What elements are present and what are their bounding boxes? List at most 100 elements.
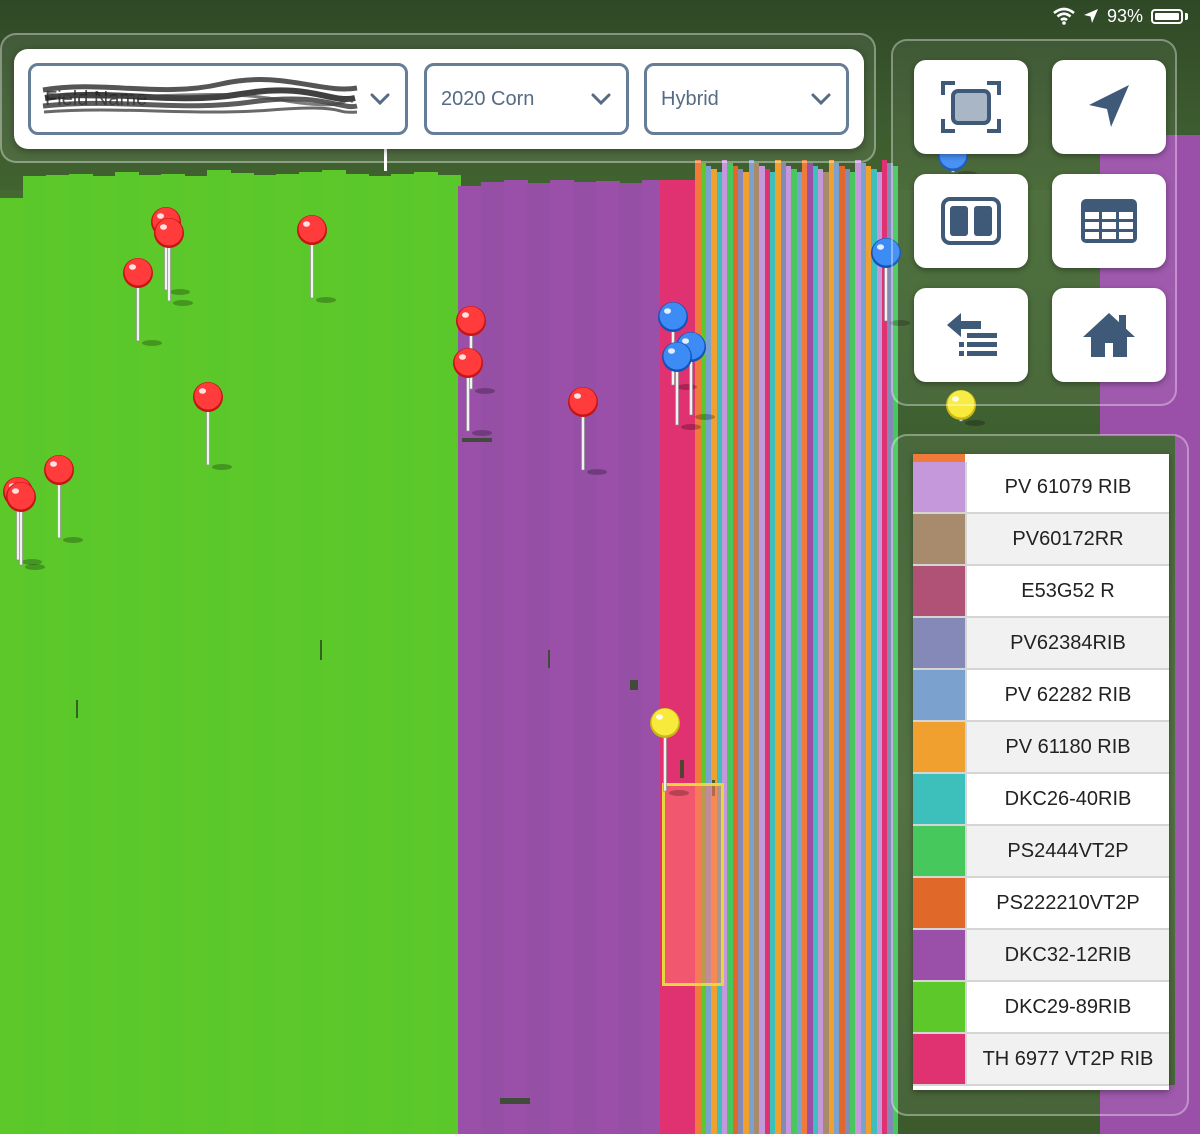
- planting-strip: [727, 163, 733, 1134]
- legend-swatch: [913, 774, 965, 824]
- pin-icon: [650, 708, 689, 796]
- legend-item[interactable]: E53G52 R: [913, 566, 1169, 618]
- legend-swatch: [913, 618, 965, 668]
- field-select[interactable]: Field Name: [28, 63, 408, 135]
- legend-label: DKC32-12RIB: [965, 930, 1169, 980]
- field-mark: [320, 640, 322, 660]
- planting-strip: [813, 166, 818, 1134]
- split-view-button[interactable]: [914, 174, 1028, 268]
- pin-icon: [193, 382, 232, 470]
- pin-icon: [6, 482, 45, 570]
- map-pin-red[interactable]: [3, 481, 45, 581]
- legend-label: PS2444VT2P: [965, 826, 1169, 876]
- table-icon: [1081, 199, 1137, 243]
- planting-strip: [184, 176, 208, 1134]
- planting-strip: [807, 163, 813, 1134]
- legend-label: PV 62282 RIB: [965, 670, 1169, 720]
- planting-strip: [711, 169, 717, 1134]
- planting-strip: [92, 176, 116, 1134]
- legend-label: PV60172RR: [965, 514, 1169, 564]
- home-button[interactable]: [1052, 288, 1166, 382]
- field-mark: [630, 680, 638, 690]
- legend-swatch: [913, 878, 965, 928]
- legend-label: DKC29-89RIB: [965, 982, 1169, 1032]
- planting-strip: [738, 169, 743, 1134]
- planting-strip: [834, 163, 839, 1134]
- pin-icon: [297, 215, 336, 303]
- field-mark: [548, 650, 550, 668]
- planting-strip: [23, 176, 47, 1134]
- fit-extent-icon: [941, 81, 1001, 133]
- locate-me-button[interactable]: [1052, 60, 1166, 154]
- hybrid-legend: PV 61079 RIB PV60172RR E53G52 R PV62384RIB P…: [913, 454, 1169, 1090]
- map-pin-red[interactable]: [120, 257, 162, 357]
- planting-strip: [850, 172, 855, 1134]
- planting-strip: [797, 172, 802, 1134]
- zoom-to-extent-button[interactable]: [914, 60, 1028, 154]
- planting-strip: [368, 176, 392, 1134]
- planting-strip: [717, 172, 722, 1134]
- legend-item[interactable]: TH 6977 VT2P RIB: [913, 1034, 1169, 1086]
- layer-select-value: Hybrid: [661, 87, 719, 110]
- map-pin-red[interactable]: [450, 347, 492, 447]
- planting-strip: [733, 166, 738, 1134]
- planting-strip: [706, 166, 711, 1134]
- legend-swatch: [913, 462, 965, 512]
- planting-strip: [504, 180, 528, 1134]
- pin-icon: [123, 258, 162, 346]
- legend-item[interactable]: PV 61079 RIB: [913, 462, 1169, 514]
- map-pin-red[interactable]: [190, 381, 232, 481]
- map-pin-red[interactable]: [565, 386, 607, 486]
- planting-strip: [345, 174, 369, 1134]
- legend-label: DKC26-40RIB: [965, 774, 1169, 824]
- battery-tip: [1185, 12, 1188, 20]
- season-select[interactable]: 2020 Corn: [424, 63, 629, 135]
- legend-item[interactable]: PS222210VT2P: [913, 878, 1169, 930]
- planting-strip: [391, 174, 415, 1134]
- layer-swap-button[interactable]: [914, 288, 1028, 382]
- map-pin-red[interactable]: [41, 454, 83, 554]
- planting-strip: [802, 160, 807, 1134]
- planting-strip: [823, 172, 829, 1134]
- selected-strip-highlight[interactable]: [662, 783, 724, 986]
- battery-icon: [1151, 8, 1183, 24]
- status-bar: 93%: [1053, 4, 1188, 28]
- layer-select[interactable]: Hybrid: [644, 63, 849, 135]
- table-view-button[interactable]: [1052, 174, 1166, 268]
- planting-strip: [743, 172, 749, 1134]
- legend-item[interactable]: PV 62282 RIB: [913, 670, 1169, 722]
- planting-strip: [527, 183, 551, 1134]
- chevron-down-icon: [370, 93, 390, 106]
- battery-percent: 93%: [1106, 5, 1143, 26]
- planting-strip: [161, 174, 185, 1134]
- planting-strip: [69, 174, 93, 1134]
- legend-item[interactable]: PV62384RIB: [913, 618, 1169, 670]
- chevron-down-icon: [591, 93, 611, 106]
- legend-item[interactable]: PS2444VT2P: [913, 826, 1169, 878]
- legend-swatch: [913, 930, 965, 980]
- planting-strip: [749, 160, 754, 1134]
- legend-swatch: [913, 566, 965, 616]
- legend-item[interactable]: PV 61180 RIB: [913, 722, 1169, 774]
- pin-icon: [154, 218, 193, 306]
- planting-strip: [550, 180, 574, 1134]
- planting-strip: [786, 166, 791, 1134]
- planting-strip: [299, 172, 323, 1134]
- map-pin-blue[interactable]: [659, 341, 701, 441]
- legend-item[interactable]: PV60172RR: [913, 514, 1169, 566]
- map-pin-red[interactable]: [294, 214, 336, 314]
- wifi-icon: [1053, 7, 1075, 25]
- legend-item[interactable]: DKC26-40RIB: [913, 774, 1169, 826]
- map-pin-red[interactable]: [151, 217, 193, 317]
- legend-item[interactable]: DKC32-12RIB: [913, 930, 1169, 982]
- pin-icon: [453, 348, 492, 436]
- legend-label: PS222210VT2P: [965, 878, 1169, 928]
- legend-swatch: [913, 982, 965, 1032]
- legend-item[interactable]: DKC29-89RIB: [913, 982, 1169, 1034]
- planting-strip: [596, 181, 620, 1134]
- planting-strip: [759, 166, 765, 1134]
- planting-strip: [619, 183, 643, 1134]
- legend-label: PV 61079 RIB: [965, 462, 1169, 512]
- swap-list-icon: [947, 313, 997, 356]
- map-pin-yellow[interactable]: [647, 707, 689, 807]
